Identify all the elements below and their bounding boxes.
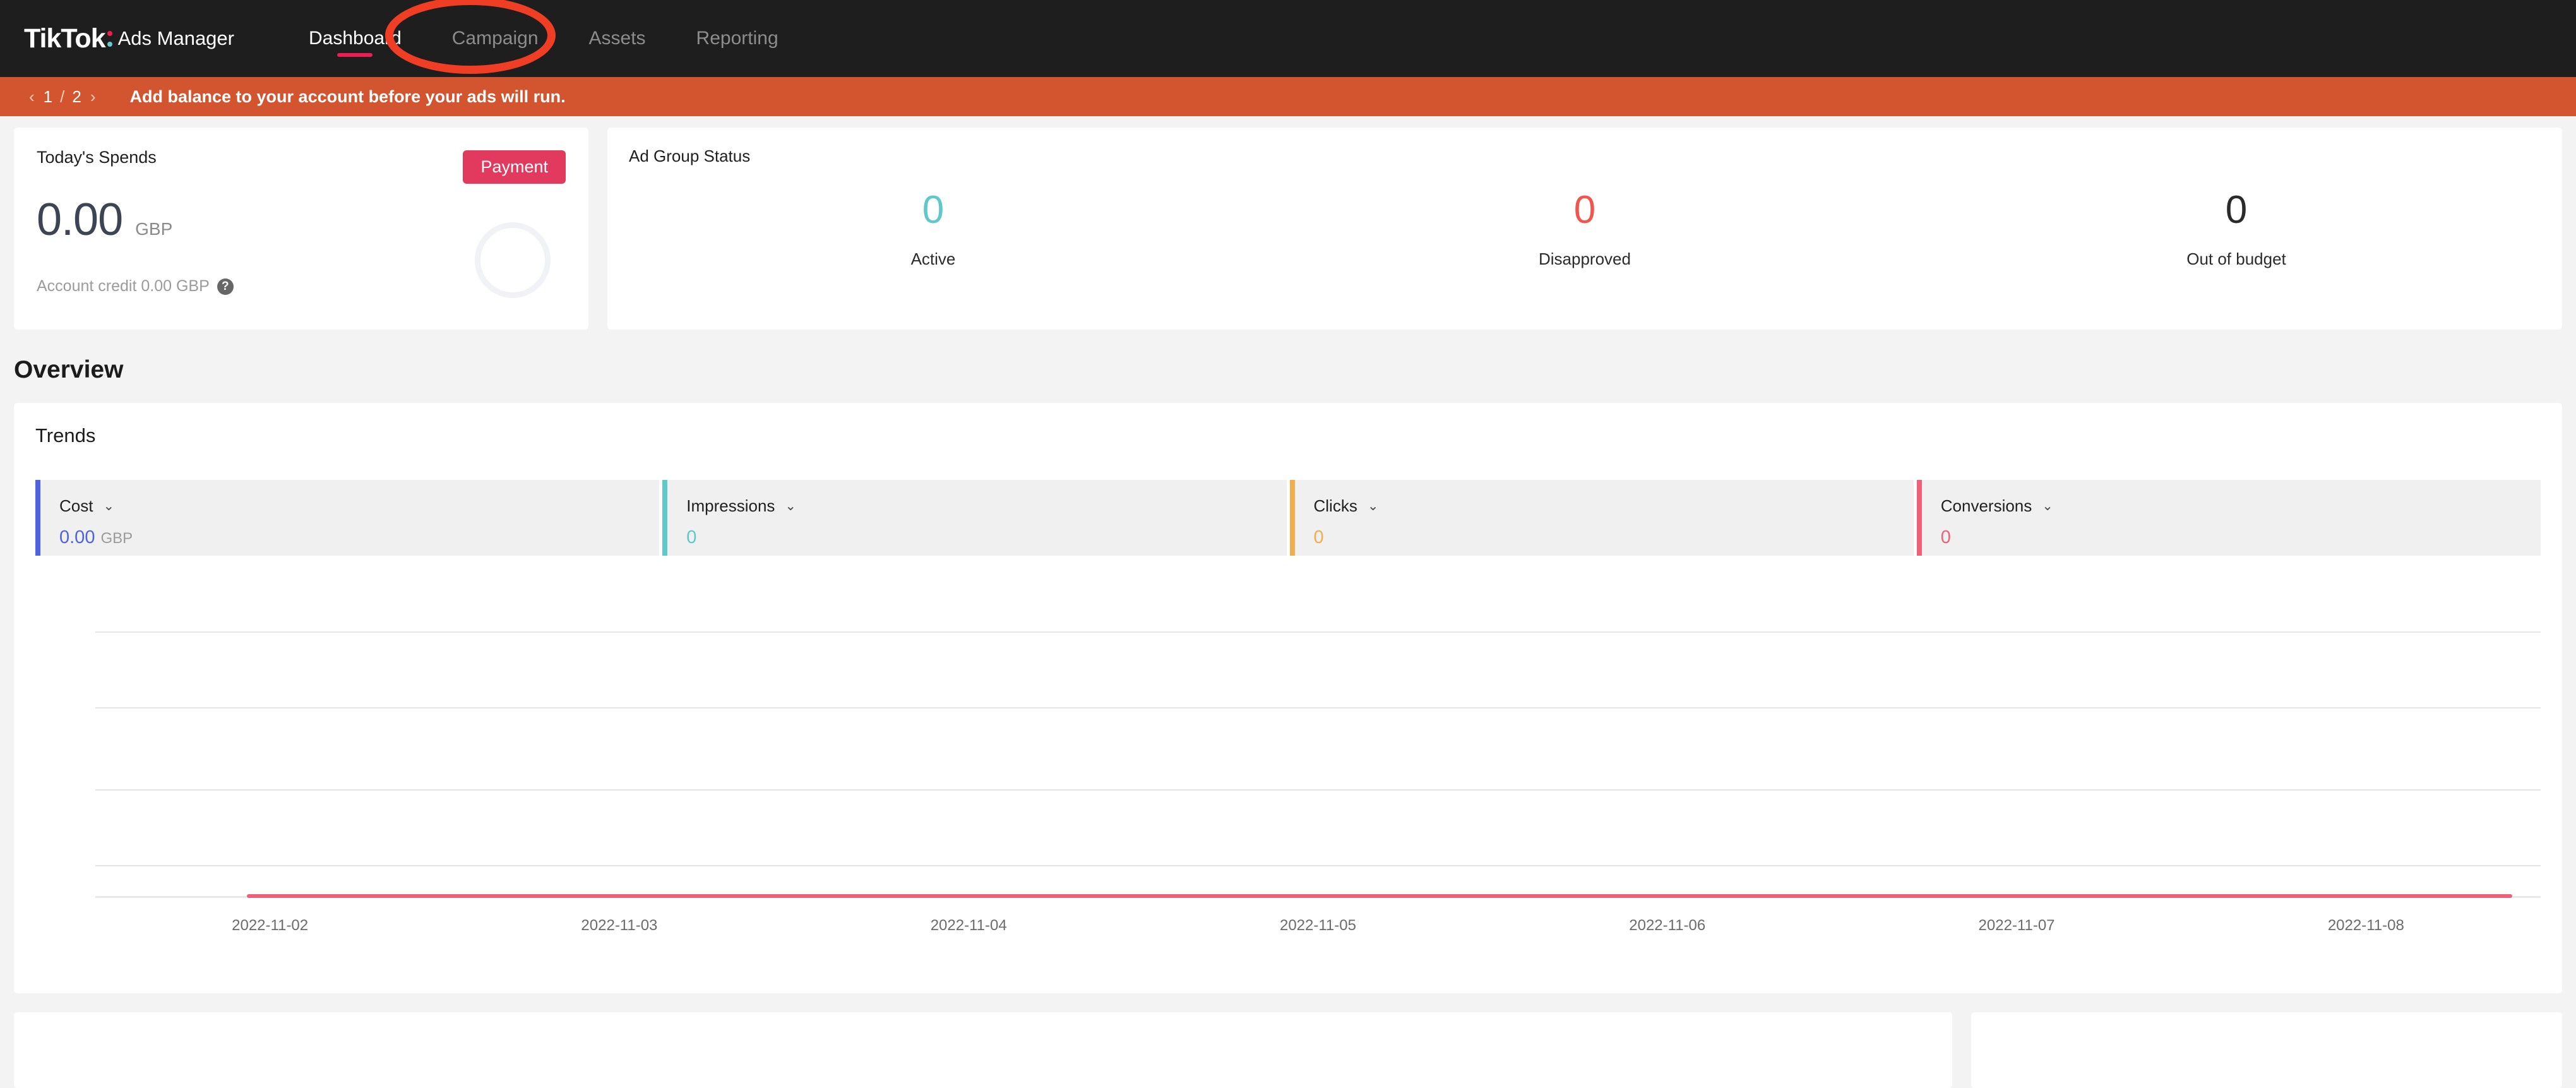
metric-tab-clicks[interactable]: Clicks ⌄ 0 — [1289, 480, 1914, 556]
alert-total-pages: 2 — [72, 87, 81, 106]
chevron-down-icon[interactable]: ⌄ — [103, 499, 114, 513]
chevron-down-icon[interactable]: ⌄ — [785, 499, 796, 513]
status-metric-out-of-budget-label: Out of budget — [2186, 249, 2286, 269]
status-metric-disapproved-value: 0 — [1573, 188, 1596, 232]
overview-heading: Overview — [14, 356, 124, 383]
metric-tab-cost-value: 0.00 — [59, 527, 95, 547]
chart-x-tick: 2022-11-05 — [1279, 917, 1356, 934]
alert-pagination: ‹ 1 / 2 › — [23, 87, 102, 107]
chart-series-conversions — [247, 894, 2512, 898]
metric-tab-clicks-head: Clicks ⌄ — [1314, 496, 1914, 516]
nav-item-dashboard[interactable]: Dashboard — [283, 0, 427, 77]
metric-tab-impressions-label: Impressions — [686, 496, 775, 515]
alert-prev-icon[interactable]: ‹ — [23, 87, 41, 107]
todays-spends-amount: 0.00 — [37, 194, 123, 245]
status-metric-active: 0 Active — [607, 188, 1259, 269]
nav-item-campaign[interactable]: Campaign — [427, 0, 564, 77]
brand-logo[interactable]: TikTok Ads Manager — [24, 23, 234, 54]
chart-gridline — [95, 789, 2541, 791]
alert-message: Add balance to your account before your … — [129, 87, 566, 106]
chart-x-tick-labels: 2022-11-02 2022-11-03 2022-11-04 2022-11… — [95, 917, 2541, 935]
status-metric-out-of-budget-value: 0 — [2225, 188, 2248, 232]
metric-tab-cost[interactable]: Cost ⌄ 0.00 GBP — [35, 480, 660, 556]
spend-progress-ring — [475, 222, 551, 298]
nav-item-reporting-label: Reporting — [696, 28, 778, 49]
top-navigation-bar: TikTok Ads Manager Dashboard Campaign As… — [0, 0, 2576, 77]
nav-item-assets[interactable]: Assets — [564, 0, 671, 77]
metric-tab-conversions-label: Conversions — [1940, 496, 2032, 515]
top-card-row: Today's Spends Payment 0.00 GBP Account … — [0, 116, 2576, 330]
metric-tab-impressions[interactable]: Impressions ⌄ 0 — [662, 480, 1287, 556]
chevron-down-icon[interactable]: ⌄ — [1368, 499, 1379, 513]
chart-x-tick: 2022-11-07 — [1978, 917, 2055, 934]
alert-banner: ‹ 1 / 2 › Add balance to your account be… — [0, 77, 2576, 116]
status-metric-out-of-budget: 0 Out of budget — [1911, 188, 2562, 269]
alert-next-icon[interactable]: › — [84, 87, 102, 107]
status-metric-disapproved: 0 Disapproved — [1259, 188, 1911, 269]
nav-item-dashboard-label: Dashboard — [309, 28, 402, 49]
chart-x-tick: 2022-11-06 — [1629, 917, 1706, 934]
chart-x-tick: 2022-11-03 — [581, 917, 658, 934]
brand-subtitle: Ads Manager — [117, 27, 234, 49]
tiktok-colon-icon — [107, 26, 112, 51]
metric-tab-clicks-label: Clicks — [1313, 496, 1357, 515]
metric-tab-cost-value-row: 0.00 GBP — [59, 527, 659, 548]
nav-item-reporting[interactable]: Reporting — [671, 0, 804, 77]
chart-gridline — [95, 631, 2541, 633]
page-content: Today's Spends Payment 0.00 GBP Account … — [0, 116, 2576, 1088]
metric-tab-conversions-value-row: 0 — [1941, 527, 2541, 548]
metric-tab-list: Cost ⌄ 0.00 GBP Impressions ⌄ 0 Clicks ⌄… — [14, 480, 2562, 556]
nav-item-assets-label: Assets — [588, 28, 646, 49]
status-metric-active-value: 0 — [922, 188, 945, 232]
status-metric-disapproved-label: Disapproved — [1539, 249, 1631, 269]
bottom-card-right — [1971, 1012, 2562, 1088]
metric-tab-impressions-value: 0 — [686, 527, 697, 547]
trends-chart: 2022-11-02 2022-11-03 2022-11-04 2022-11… — [35, 581, 2541, 941]
trends-card: Trends Cost ⌄ 0.00 GBP Impressions ⌄ 0 C… — [14, 403, 2562, 993]
question-mark-icon[interactable]: ? — [217, 278, 234, 295]
chart-x-tick: 2022-11-04 — [930, 917, 1007, 934]
alert-current-page: 1 — [43, 87, 53, 106]
ad-group-status-title: Ad Group Status — [629, 146, 751, 165]
chart-gridline — [95, 865, 2541, 866]
metric-tab-impressions-value-row: 0 — [686, 527, 1286, 548]
account-credit-text: Account credit 0.00 GBP — [37, 277, 210, 295]
chevron-down-icon[interactable]: ⌄ — [2042, 499, 2053, 513]
metric-tab-impressions-head: Impressions ⌄ — [686, 496, 1286, 516]
todays-spends-card: Today's Spends Payment 0.00 GBP Account … — [14, 128, 588, 330]
metric-tab-clicks-value-row: 0 — [1314, 527, 1914, 548]
ad-group-status-metrics: 0 Active 0 Disapproved 0 Out of budget — [607, 188, 2562, 269]
chart-x-tick: 2022-11-08 — [2327, 917, 2404, 934]
bottom-card-row — [0, 993, 2576, 1088]
todays-spends-currency: GBP — [135, 219, 173, 239]
nav-item-campaign-label: Campaign — [451, 28, 539, 49]
metric-tab-cost-head: Cost ⌄ — [59, 496, 659, 516]
metric-tab-cost-label: Cost — [59, 496, 93, 515]
bottom-card-left — [14, 1012, 1952, 1088]
metric-tab-conversions-value: 0 — [1940, 527, 1951, 547]
payment-button[interactable]: Payment — [463, 150, 566, 184]
alert-page-separator: / — [60, 87, 65, 106]
brand-name: TikTok — [24, 23, 106, 54]
ad-group-status-card: Ad Group Status 0 Active 0 Disapproved 0… — [607, 128, 2562, 330]
metric-tab-cost-unit: GBP — [100, 530, 133, 547]
metric-tab-conversions-head: Conversions ⌄ — [1941, 496, 2541, 516]
metric-tab-conversions[interactable]: Conversions ⌄ 0 — [1916, 480, 2541, 556]
chart-gridline — [95, 707, 2541, 708]
chart-x-tick: 2022-11-02 — [232, 917, 309, 934]
nav-item-list: Dashboard Campaign Assets Reporting — [283, 0, 804, 77]
trends-title: Trends — [35, 424, 96, 446]
metric-tab-clicks-value: 0 — [1313, 527, 1324, 547]
status-metric-active-label: Active — [910, 249, 956, 269]
